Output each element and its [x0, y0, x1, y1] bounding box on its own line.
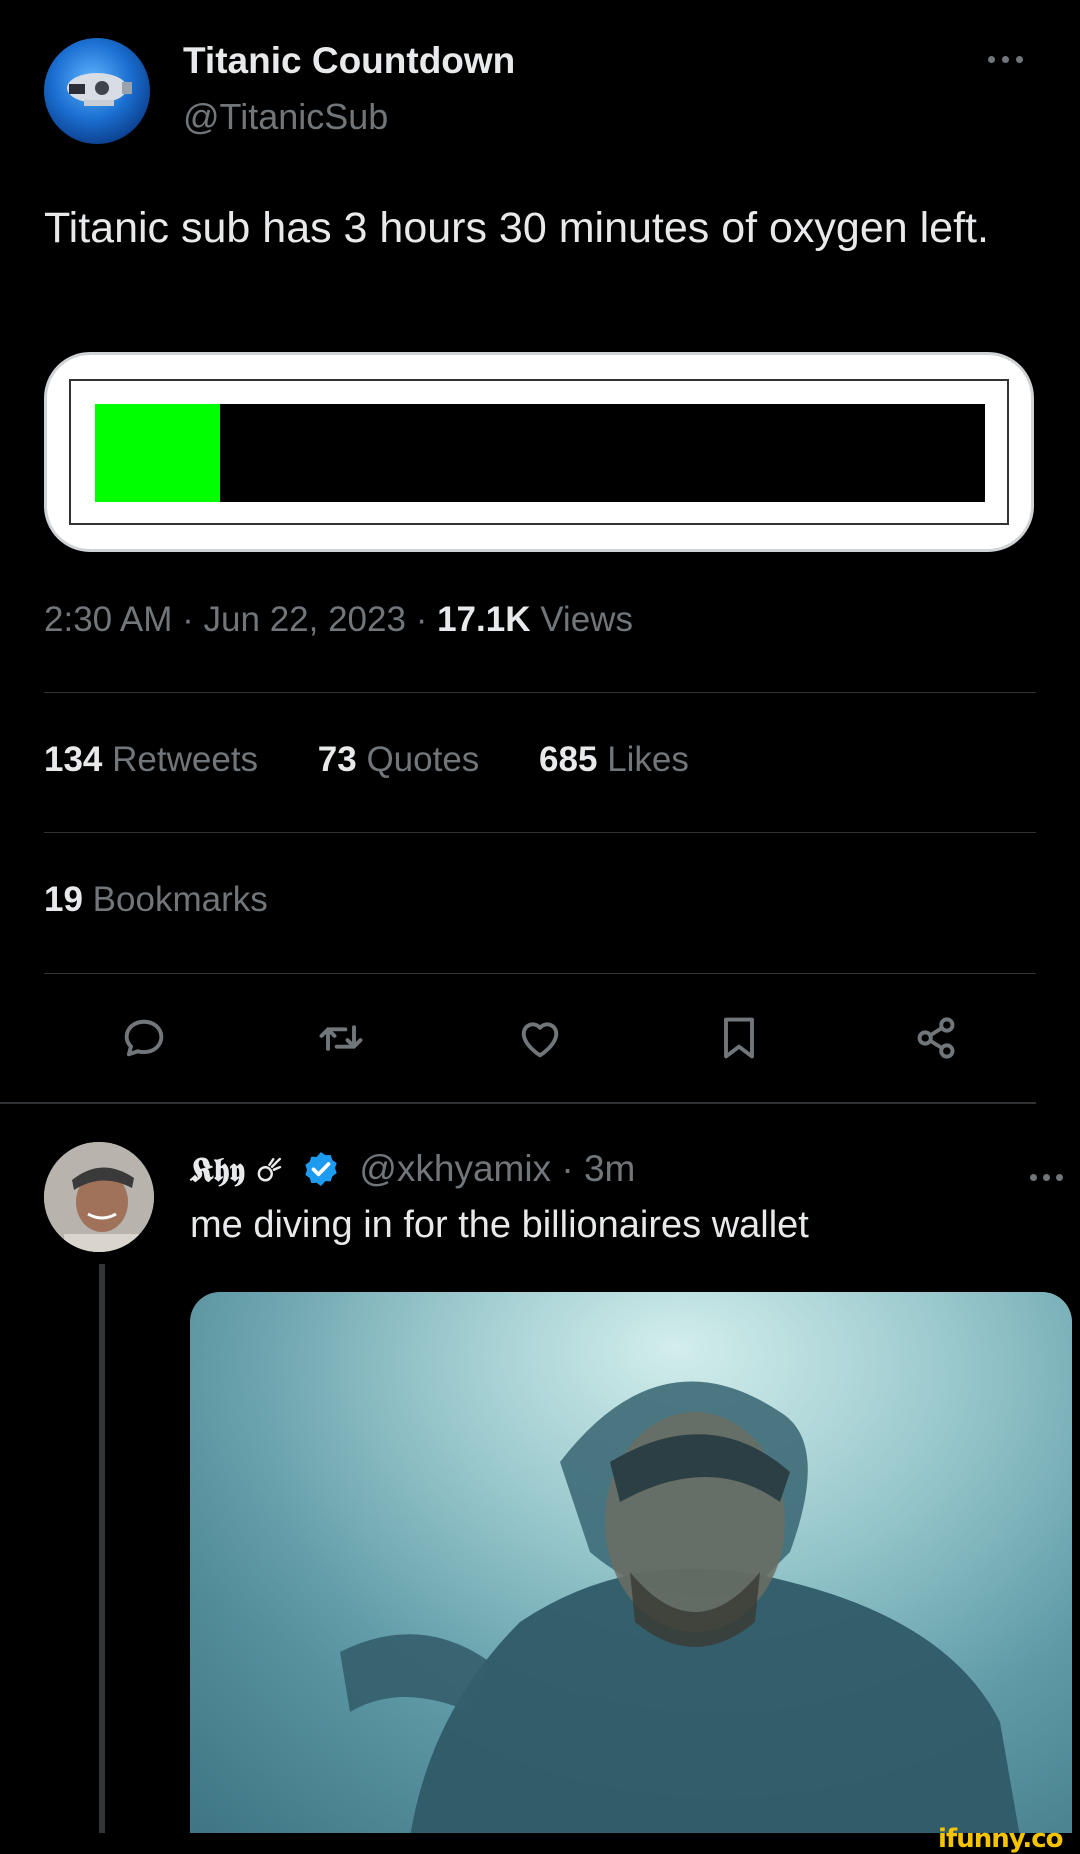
reply-author-avatar[interactable] [44, 1142, 154, 1252]
reply-time[interactable]: 3m [584, 1148, 635, 1189]
bookmark-icon [724, 1017, 754, 1059]
reply-more-options-icon[interactable] [1030, 1168, 1074, 1184]
oxygen-bar-image[interactable] [44, 352, 1034, 552]
share-icon [917, 1017, 955, 1059]
divider [44, 973, 1036, 974]
retweet-button[interactable] [315, 1012, 367, 1064]
tweet-meta: 2:30 AM · Jun 22, 2023 · 17.1K Views [44, 600, 633, 640]
thread-line [99, 1264, 105, 1834]
oxygen-bar-frame [69, 379, 1009, 525]
oxygen-bar-fill [95, 404, 220, 502]
likes-stat[interactable]: 685 Likes [539, 740, 689, 780]
like-icon [521, 1022, 559, 1058]
divider [44, 832, 1036, 833]
reply-icon [124, 1019, 164, 1057]
footer-bar [0, 1833, 1080, 1853]
engagement-stats: 134 Retweets 73 Quotes 685 Likes [44, 740, 739, 780]
tweet-text: Titanic sub has 3 hours 30 minutes of ox… [44, 204, 989, 252]
retweets-stat[interactable]: 134 Retweets [44, 740, 258, 780]
meta-separator: · [415, 600, 428, 639]
author-name[interactable]: Titanic Countdown [183, 40, 515, 82]
views-label: Views [540, 600, 633, 639]
bookmarks-stat[interactable]: 19 Bookmarks [44, 880, 268, 920]
titanic-countdown-avatar[interactable] [44, 38, 150, 144]
reply-header: 𝕶𝖍𝖞 ☄ @xkhyamix · 3m [190, 1148, 635, 1190]
meta-separator: · [561, 1148, 574, 1189]
tweet-time[interactable]: 2:30 AM [44, 600, 172, 639]
meta-separator: · [182, 600, 194, 639]
ifunny-watermark: ifunny.co [938, 1824, 1063, 1854]
submarine-icon [67, 73, 132, 106]
tweet-date[interactable]: Jun 22, 2023 [204, 600, 406, 639]
bookmark-button[interactable] [713, 1012, 765, 1064]
reply-text: me diving in for the billionaires wallet [190, 1204, 809, 1246]
retweet-icon [319, 1025, 363, 1051]
reply-media-image[interactable] [190, 1292, 1072, 1837]
reply-author-handle[interactable]: @xkhyamix [359, 1148, 551, 1189]
share-button[interactable] [910, 1012, 962, 1064]
verified-badge-icon [301, 1149, 341, 1189]
reply-author-name[interactable]: 𝕶𝖍𝖞 ☄ [190, 1150, 283, 1189]
views-count: 17.1K [437, 600, 531, 639]
underwater-swimmer-image [190, 1292, 1072, 1837]
reply-button[interactable] [118, 1012, 170, 1064]
author-handle[interactable]: @TitanicSub [183, 96, 388, 138]
quotes-stat[interactable]: 73 Quotes [318, 740, 480, 780]
like-button[interactable] [514, 1012, 566, 1064]
thread-divider [0, 1102, 1036, 1104]
avatar-photo [44, 1142, 154, 1252]
divider [44, 692, 1036, 693]
bookmarks-label: Bookmarks [92, 880, 268, 919]
more-options-icon[interactable] [988, 50, 1032, 66]
bookmarks-count: 19 [44, 880, 83, 919]
oxygen-bar-track [95, 404, 985, 502]
